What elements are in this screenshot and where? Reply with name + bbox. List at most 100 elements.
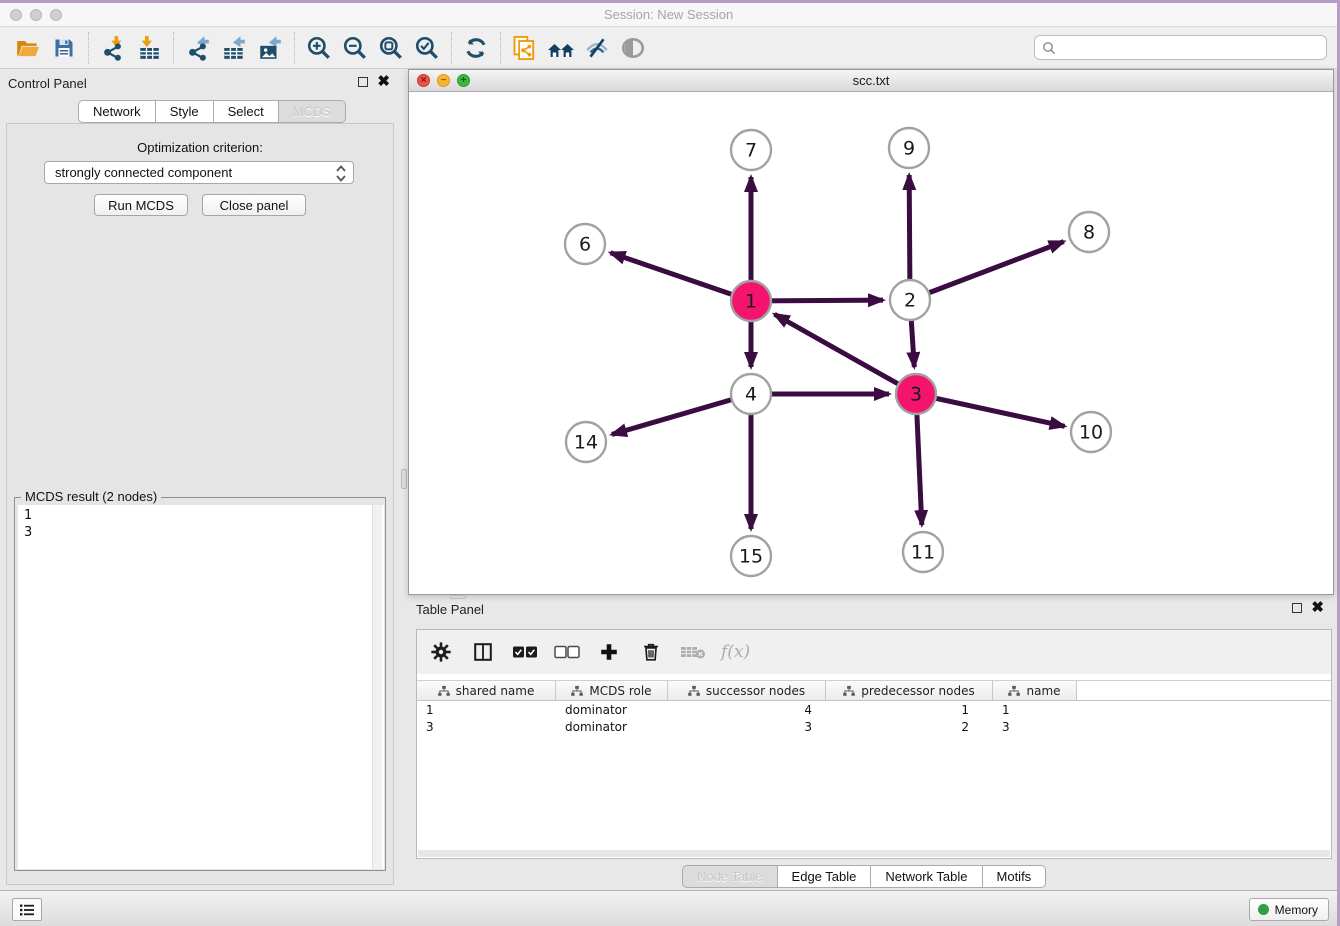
cell-name[interactable]: 3 — [993, 718, 1077, 735]
export-table-icon[interactable] — [216, 31, 252, 65]
node-table-container: f(x) shared nameMCDS rolesuccessor nodes… — [416, 629, 1332, 859]
network-window-titlebar[interactable]: × − + scc.txt — [409, 70, 1333, 92]
network-overview-icon[interactable] — [543, 31, 579, 65]
delete-column-trash-icon[interactable] — [637, 638, 665, 666]
toolbar-separator — [88, 32, 89, 64]
node-label-2: 2 — [904, 290, 916, 312]
table-row[interactable]: 1dominator411 — [417, 701, 1331, 718]
main-toolbar — [0, 27, 1337, 69]
tab-network[interactable]: Network — [78, 100, 156, 123]
control-panel-header: Control Panel ✖ — [0, 73, 400, 95]
mcds-result-list[interactable]: 1 3 — [18, 505, 384, 869]
attribute-tree-icon — [571, 685, 583, 697]
zoom-fit-icon[interactable] — [373, 31, 409, 65]
zoom-selected-icon[interactable] — [409, 31, 445, 65]
column-header-shared-name[interactable]: shared name — [417, 681, 556, 700]
mcds-result-group: MCDS result (2 nodes) 1 3 — [14, 497, 386, 871]
toolbar-separator — [173, 32, 174, 64]
deselect-all-columns-icon[interactable] — [553, 638, 581, 666]
network-graph-canvas[interactable]: 7968124314101511 — [409, 92, 1333, 594]
node-label-7: 7 — [745, 140, 757, 162]
close-table-panel-icon[interactable]: ✖ — [1311, 603, 1324, 613]
memory-status-dot — [1258, 904, 1269, 915]
edge-4-14[interactable] — [612, 394, 751, 434]
criterion-dropdown[interactable]: strongly connected component — [44, 161, 354, 184]
node-label-6: 6 — [579, 234, 591, 256]
tab-mcds[interactable]: MCDS — [279, 100, 346, 123]
close-panel-icon[interactable]: ✖ — [377, 77, 390, 87]
export-image-icon[interactable] — [252, 31, 288, 65]
clone-network-icon[interactable] — [507, 31, 543, 65]
control-panel: Control Panel ✖ NetworkStyleSelectMCDS O… — [0, 69, 400, 893]
delete-table-icon[interactable] — [679, 638, 707, 666]
table-settings-gear-icon[interactable] — [427, 638, 455, 666]
cell-MCDS-role[interactable]: dominator — [556, 718, 668, 735]
node-label-15: 15 — [739, 546, 763, 568]
cell-name[interactable]: 1 — [993, 701, 1077, 718]
graphics-details-eye-icon[interactable] — [615, 31, 651, 65]
column-header-successor-nodes[interactable]: successor nodes — [668, 681, 826, 700]
edge-1-6[interactable] — [611, 253, 751, 301]
edge-2-8[interactable] — [910, 242, 1064, 300]
table-toolbar: f(x) — [417, 630, 1331, 674]
tab-select[interactable]: Select — [214, 100, 279, 123]
vertical-splitter[interactable] — [401, 69, 407, 893]
select-all-columns-icon[interactable] — [511, 638, 539, 666]
table-row[interactable]: 3dominator323 — [417, 718, 1331, 735]
cell-successor-nodes[interactable]: 3 — [668, 718, 826, 735]
column-header-name[interactable]: name — [993, 681, 1077, 700]
cell-predecessor-nodes[interactable]: 2 — [826, 718, 993, 735]
cell-predecessor-nodes[interactable]: 1 — [826, 701, 993, 718]
cell-successor-nodes[interactable]: 4 — [668, 701, 826, 718]
table-panel: Table Panel ✖ — [408, 599, 1334, 893]
cell-shared-name[interactable]: 1 — [417, 701, 556, 718]
tab-motifs[interactable]: Motifs — [983, 865, 1047, 888]
column-header-MCDS-role[interactable]: MCDS role — [556, 681, 668, 700]
node-label-11: 11 — [911, 542, 935, 564]
cell-shared-name[interactable]: 3 — [417, 718, 556, 735]
tab-edge-table[interactable]: Edge Table — [778, 865, 872, 888]
hide-details-icon[interactable] — [579, 31, 615, 65]
export-network-icon[interactable] — [180, 31, 216, 65]
column-header-predecessor-nodes[interactable]: predecessor nodes — [826, 681, 993, 700]
add-column-icon[interactable] — [595, 638, 623, 666]
node-label-1: 1 — [745, 291, 757, 313]
cell-MCDS-role[interactable]: dominator — [556, 701, 668, 718]
close-panel-button[interactable]: Close panel — [202, 194, 306, 216]
memory-label: Memory — [1275, 903, 1318, 917]
open-session-icon[interactable] — [10, 31, 46, 65]
control-panel-title: Control Panel — [8, 76, 87, 91]
import-network-icon[interactable] — [95, 31, 131, 65]
split-panel-icon[interactable] — [469, 638, 497, 666]
toolbar-separator — [451, 32, 452, 64]
attribute-tree-icon — [688, 685, 700, 697]
tab-style[interactable]: Style — [156, 100, 214, 123]
task-history-button[interactable] — [12, 898, 42, 921]
network-window-title: scc.txt — [409, 73, 1333, 88]
result-scrollbar[interactable] — [372, 505, 382, 869]
edge-3-1[interactable] — [775, 314, 916, 394]
refresh-view-icon[interactable] — [458, 31, 494, 65]
import-table-icon[interactable] — [131, 31, 167, 65]
zoom-in-icon[interactable] — [301, 31, 337, 65]
tab-node-table[interactable]: Node Table — [682, 865, 778, 888]
memory-button[interactable]: Memory — [1249, 898, 1329, 921]
float-panel-icon[interactable] — [358, 77, 368, 87]
mcds-result-title: MCDS result (2 nodes) — [21, 489, 161, 504]
table-hscroll-area[interactable] — [418, 850, 1330, 857]
search-input[interactable] — [1057, 38, 1326, 58]
attribute-tree-icon — [438, 685, 450, 697]
edge-3-10[interactable] — [916, 394, 1065, 426]
node-label-9: 9 — [903, 138, 915, 160]
splitter-grip[interactable] — [401, 469, 407, 489]
app-titlebar: Session: New Session — [0, 3, 1337, 27]
zoom-out-icon[interactable] — [337, 31, 373, 65]
table-panel-tabs: Node TableEdge TableNetwork TableMotifs — [682, 865, 1046, 888]
tab-network-table[interactable]: Network Table — [871, 865, 982, 888]
run-mcds-button[interactable]: Run MCDS — [94, 194, 188, 216]
search-box[interactable] — [1034, 35, 1327, 60]
save-session-icon[interactable] — [46, 31, 82, 65]
criterion-value: strongly connected component — [55, 165, 232, 180]
float-table-panel-icon[interactable] — [1292, 603, 1302, 613]
function-builder-icon[interactable]: f(x) — [721, 642, 750, 662]
